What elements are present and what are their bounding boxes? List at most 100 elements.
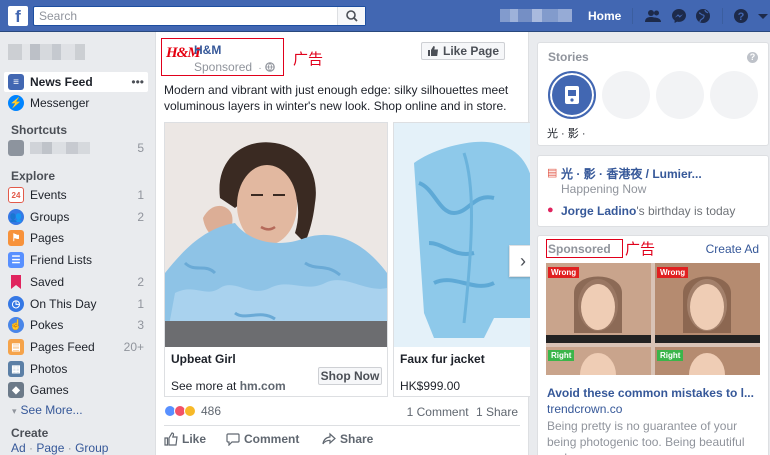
domain-link[interactable]: hm.com — [240, 379, 286, 393]
search-input[interactable] — [34, 7, 334, 25]
camera-icon — [565, 86, 579, 104]
sidebar-item-pages[interactable]: ⚑ Pages — [8, 228, 144, 248]
see-more-link[interactable]: ▾ See More... — [12, 403, 83, 417]
messenger-icon: ⚡ — [8, 95, 24, 111]
sidebar-item-pages-feed[interactable]: ▤ Pages Feed 20+ — [8, 337, 144, 357]
sidebar-item-saved[interactable]: Saved 2 — [8, 272, 144, 292]
divider — [722, 8, 723, 24]
sidebar-item-friend-lists[interactable]: ☰ Friend Lists — [8, 250, 144, 270]
page-name-link[interactable]: H&M — [194, 43, 221, 57]
sidebar-item-shortcut[interactable]: 5 — [8, 138, 144, 158]
ad-title-link[interactable]: Avoid these common mistakes to l... — [547, 386, 754, 400]
profile-link-blurred[interactable] — [8, 44, 148, 60]
sidebar-item-news-feed[interactable]: ≡ News Feed ••• — [4, 72, 148, 92]
birthday-text: 's birthday is today — [636, 204, 736, 218]
model-blue-fur-photo[interactable] — [165, 123, 387, 347]
sidebar-item-label: Groups — [30, 210, 70, 224]
clock-icon: ◷ — [8, 296, 24, 312]
sidebar-item-count: 1 — [137, 297, 144, 311]
thumbs-up-icon — [164, 432, 178, 446]
ad-body-text: Being pretty is no guarantee of your bei… — [547, 419, 745, 455]
help-icon[interactable]: ? — [747, 52, 758, 63]
chevron-right-icon: › — [520, 250, 526, 271]
shortcut-count: 5 — [137, 141, 144, 155]
account-dropdown-icon[interactable] — [755, 8, 770, 24]
wow-reaction-icon — [184, 405, 196, 417]
photos-icon: ▦ — [8, 361, 24, 377]
sidebar-item-pokes[interactable]: ☝ Pokes 3 — [8, 315, 144, 335]
chevron-down-icon: ▾ — [12, 406, 17, 416]
search-button[interactable] — [337, 7, 365, 25]
create-page-link[interactable]: Page — [36, 441, 64, 455]
see-more-text: See more at — [171, 379, 240, 393]
reaction-summary[interactable]: 486 — [164, 404, 221, 418]
share-icon — [322, 432, 336, 445]
sidebar-item-photos[interactable]: ▦ Photos — [8, 359, 144, 379]
share-count-link[interactable]: 1 Share — [476, 405, 518, 419]
notifications-globe-icon[interactable] — [695, 8, 711, 24]
comment-label: Comment — [244, 432, 300, 446]
friend-requests-icon[interactable] — [645, 8, 661, 24]
flag-icon: ⚑ — [8, 230, 24, 246]
sidebar-item-count: 2 — [137, 210, 144, 224]
like-button[interactable]: Like — [164, 432, 206, 446]
carousel-card[interactable]: Upbeat Girl See more at hm.com Shop Now — [164, 122, 388, 397]
search-box — [33, 6, 366, 26]
messenger-icon[interactable] — [671, 8, 687, 24]
create-links: Ad · Page · Group — [11, 441, 108, 455]
help-icon[interactable]: ? — [733, 8, 749, 24]
card-title[interactable]: Upbeat Girl — [171, 352, 236, 366]
comment-share-counts: 1 Comment 1 Share — [407, 405, 518, 419]
sidebar-item-games[interactable]: ◆ Games — [8, 380, 144, 400]
comment-count-link[interactable]: 1 Comment — [407, 405, 469, 419]
card-title[interactable]: Faux fur jacket — [400, 352, 485, 366]
share-button[interactable]: Share — [322, 432, 373, 446]
create-ad-link[interactable]: Create Ad — [706, 242, 759, 256]
birthday-name-link[interactable]: Jorge Ladino — [561, 204, 636, 218]
left-sidebar: ≡ News Feed ••• ⚡ Messenger Shortcuts 5 … — [0, 32, 152, 455]
wrong-tag: Wrong — [548, 267, 580, 278]
sidebar-item-count: 3 — [137, 318, 144, 332]
right-tag: Right — [548, 350, 575, 361]
create-ad-link[interactable]: Ad — [11, 441, 26, 455]
faux-fur-jacket-photo[interactable] — [394, 123, 530, 347]
ad-image[interactable]: Wrong Wrong Right Right — [546, 263, 760, 375]
like-page-button[interactable]: Like Page — [421, 42, 505, 60]
top-profile-name-blurred[interactable] — [500, 9, 572, 22]
see-more-label: See More... — [20, 403, 83, 417]
create-group-link[interactable]: Group — [75, 441, 108, 455]
carousel-next-button[interactable]: › — [509, 245, 530, 277]
sidebar-item-label: Pages — [30, 231, 65, 245]
sidebar-item-groups[interactable]: 👥 Groups 2 — [8, 207, 144, 227]
home-link[interactable]: Home — [588, 9, 621, 23]
sidebar-item-count: 2 — [137, 275, 144, 289]
more-options-icon[interactable]: ••• — [131, 75, 144, 89]
svg-text:?: ? — [738, 11, 745, 23]
shortcuts-header: Shortcuts — [11, 123, 68, 137]
news-feed-icon: ≡ — [8, 74, 24, 90]
event-title[interactable]: 光 · 影 · 香港夜 / Lumier... — [561, 165, 702, 182]
sidebar-item-label: Pokes — [30, 318, 64, 332]
event-item[interactable]: ▤ 光 · 影 · 香港夜 / Lumier... Happening Now — [547, 165, 702, 196]
comment-button[interactable]: Comment — [226, 432, 299, 446]
sidebar-item-label: Messenger — [30, 96, 90, 110]
sidebar-item-label: Games — [30, 383, 69, 397]
shortcut-name-blurred — [30, 142, 137, 154]
shop-now-button[interactable]: Shop Now — [318, 367, 382, 385]
story-thumbnail[interactable] — [548, 71, 596, 119]
sidebar-item-count: 1 — [137, 188, 144, 202]
sidebar-item-events[interactable]: 24 Events 1 — [8, 185, 144, 205]
sidebar-item-label: Saved — [30, 275, 65, 289]
pages-feed-icon: ▤ — [8, 339, 24, 355]
story-label: 光 · 影 · — [547, 128, 586, 140]
sidebar-item-messenger[interactable]: ⚡ Messenger — [8, 93, 144, 113]
events-panel: ▤ 光 · 影 · 香港夜 / Lumier... Happening Now … — [537, 155, 769, 227]
sidebar-item-on-this-day[interactable]: ◷ On This Day 1 — [8, 294, 144, 314]
birthday-item[interactable]: ● Jorge Ladino's birthday is today — [547, 204, 735, 218]
sponsored-label[interactable]: Sponsored · — [194, 60, 275, 74]
reaction-count: 486 — [201, 404, 222, 418]
facebook-logo-icon[interactable]: f — [8, 6, 28, 26]
ad-domain[interactable]: trendcrown.co — [547, 402, 622, 416]
friend-list-icon: ☰ — [8, 252, 24, 268]
sidebar-item-label: Events — [30, 188, 67, 202]
